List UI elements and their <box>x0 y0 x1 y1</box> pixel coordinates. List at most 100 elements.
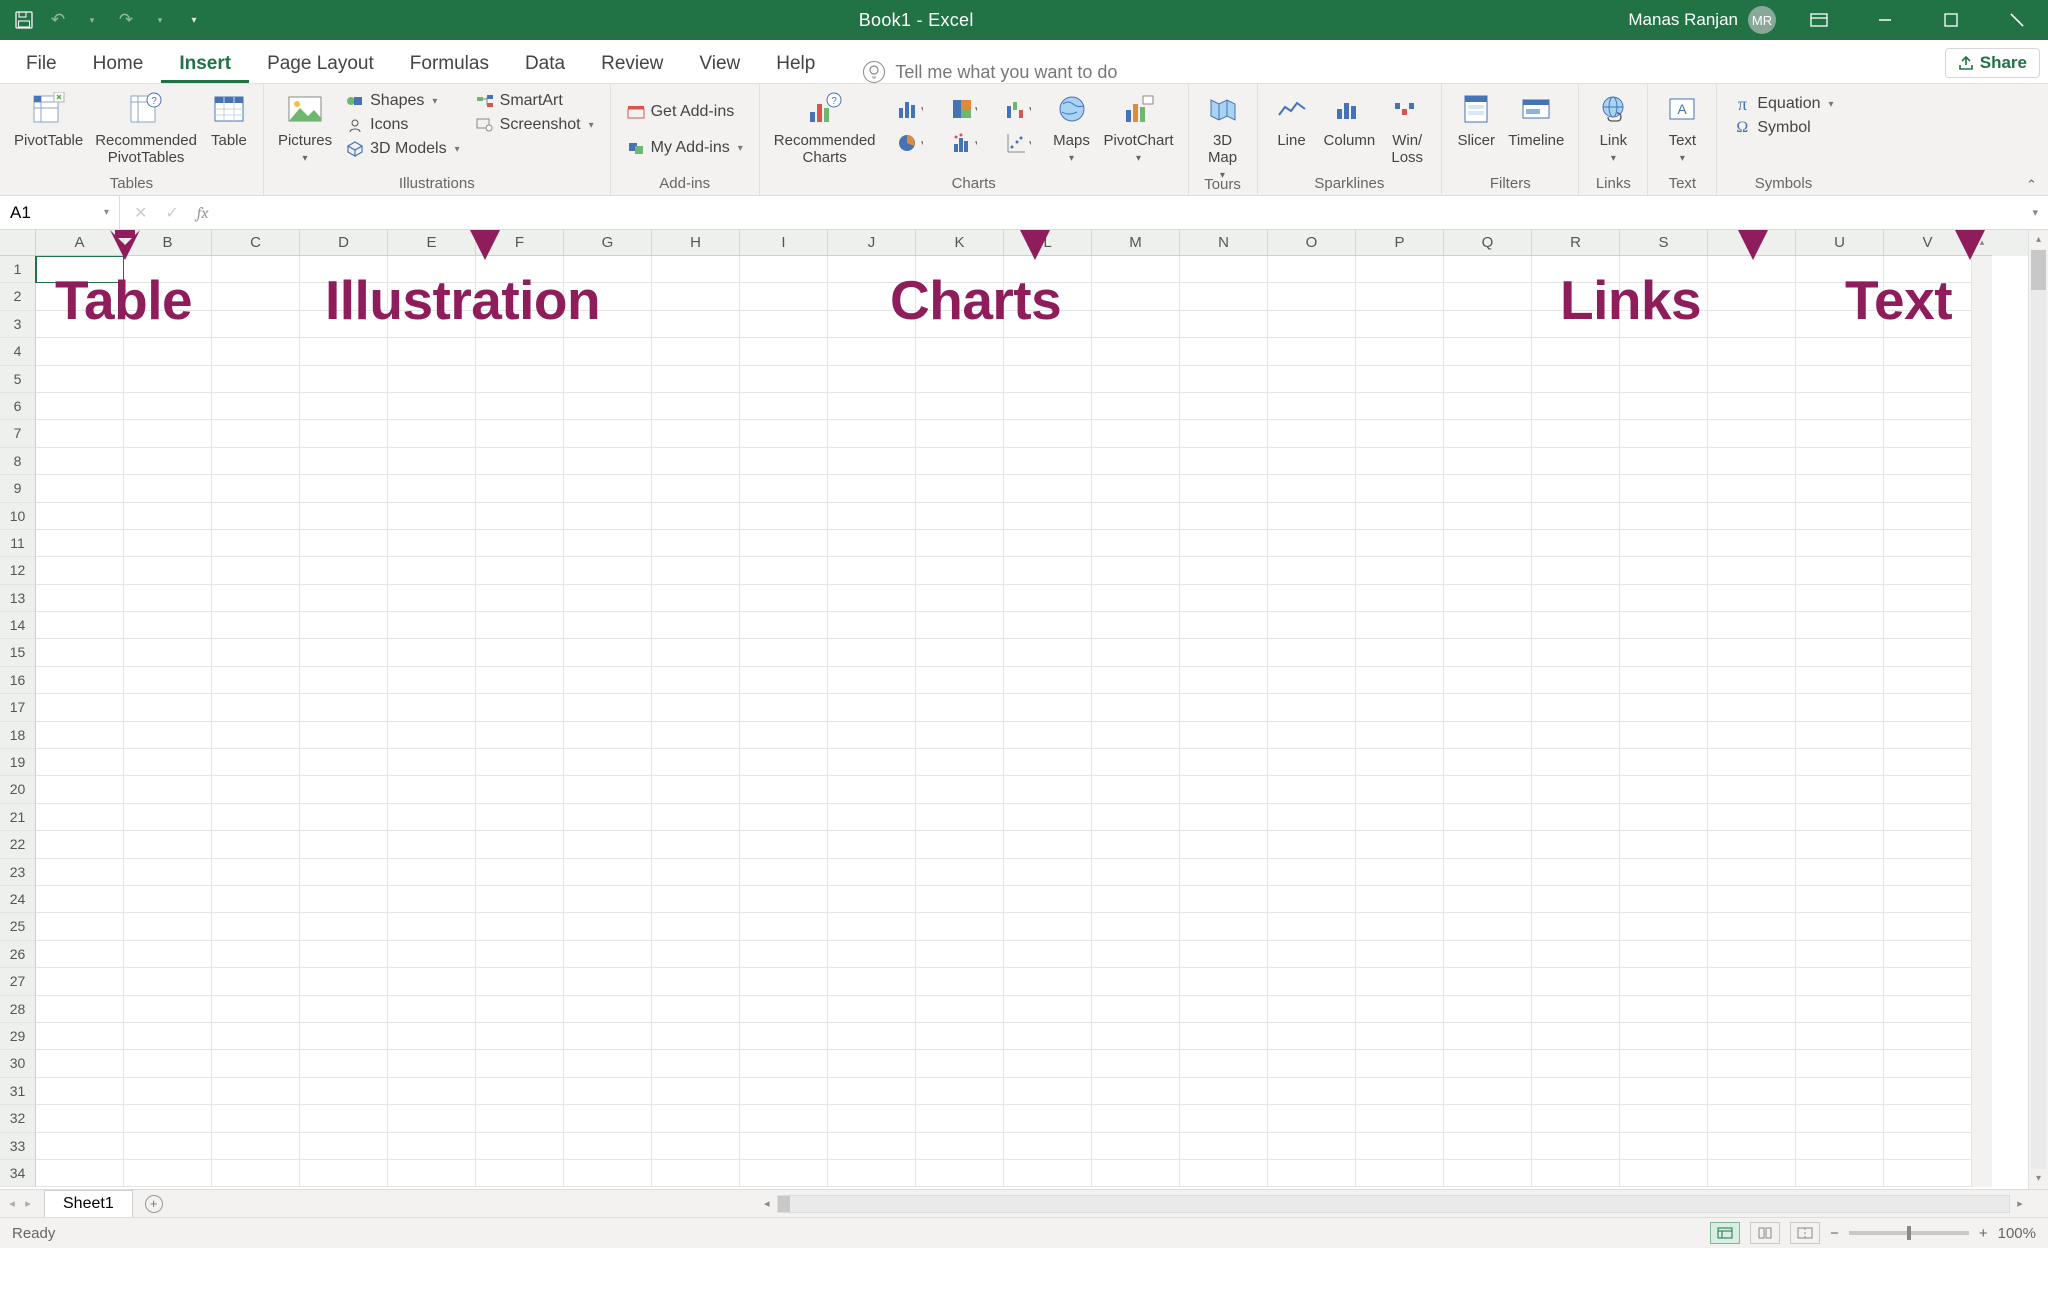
cell[interactable] <box>1444 722 1532 749</box>
cell[interactable] <box>1444 694 1532 721</box>
cell[interactable] <box>1004 1105 1092 1132</box>
cell[interactable] <box>1708 776 1796 803</box>
row-header[interactable]: 1 <box>0 256 36 283</box>
cell[interactable] <box>564 722 652 749</box>
cell[interactable] <box>1004 503 1092 530</box>
cell[interactable] <box>1884 694 1972 721</box>
view-normal-button[interactable] <box>1710 1222 1740 1244</box>
cell[interactable] <box>476 393 564 420</box>
cell[interactable] <box>1796 913 1884 940</box>
zoom-in-icon[interactable]: + <box>1979 1225 1988 1242</box>
3d-map-button[interactable]: 3D Map▾ <box>1197 88 1249 184</box>
cell[interactable] <box>300 311 388 338</box>
column-chart-icon[interactable]: ▾ <box>890 94 930 124</box>
cell[interactable] <box>36 804 124 831</box>
cell[interactable] <box>1092 366 1180 393</box>
tab-data[interactable]: Data <box>507 43 583 83</box>
cell[interactable] <box>1620 1023 1708 1050</box>
cell[interactable] <box>828 503 916 530</box>
cell[interactable] <box>1356 503 1444 530</box>
cell[interactable] <box>1444 776 1532 803</box>
cell[interactable] <box>36 1023 124 1050</box>
cell[interactable] <box>124 1050 212 1077</box>
cell[interactable] <box>740 831 828 858</box>
cell[interactable] <box>1268 585 1356 612</box>
cell[interactable] <box>1268 996 1356 1023</box>
cell[interactable] <box>1004 886 1092 913</box>
cell[interactable] <box>564 694 652 721</box>
zoom-out-icon[interactable]: − <box>1830 1225 1839 1242</box>
zoom-level[interactable]: 100% <box>1998 1225 2036 1242</box>
cell[interactable] <box>828 941 916 968</box>
cell[interactable] <box>740 694 828 721</box>
cell[interactable] <box>476 776 564 803</box>
cell[interactable] <box>828 831 916 858</box>
cell[interactable] <box>1092 913 1180 940</box>
cell[interactable] <box>1884 1105 1972 1132</box>
cell[interactable] <box>1268 366 1356 393</box>
cell[interactable] <box>740 585 828 612</box>
cell[interactable] <box>828 996 916 1023</box>
cell[interactable] <box>1004 831 1092 858</box>
cell[interactable] <box>1092 859 1180 886</box>
cell[interactable] <box>1180 996 1268 1023</box>
cell[interactable] <box>564 530 652 557</box>
cell[interactable] <box>740 475 828 502</box>
cell[interactable] <box>1356 1105 1444 1132</box>
cell[interactable] <box>828 311 916 338</box>
cell[interactable] <box>740 1078 828 1105</box>
cell[interactable] <box>1708 1023 1796 1050</box>
share-button[interactable]: Share <box>1945 48 2040 78</box>
cell[interactable] <box>1092 256 1180 283</box>
cell[interactable] <box>1884 475 1972 502</box>
cell[interactable] <box>1180 859 1268 886</box>
cell[interactable] <box>1884 1133 1972 1160</box>
formula-expand-icon[interactable]: ▾ <box>2032 206 2048 219</box>
cell[interactable] <box>828 420 916 447</box>
cell[interactable] <box>1796 722 1884 749</box>
sheet-nav-prev-icon[interactable]: ◂ <box>9 1197 15 1210</box>
cell[interactable] <box>212 1105 300 1132</box>
cell[interactable] <box>1180 1133 1268 1160</box>
shapes-button[interactable]: Shapes▾ <box>342 91 464 111</box>
cell[interactable] <box>1708 311 1796 338</box>
cell[interactable] <box>1708 749 1796 776</box>
cell[interactable] <box>1884 448 1972 475</box>
cell[interactable] <box>1268 886 1356 913</box>
cell[interactable] <box>1532 968 1620 995</box>
cell[interactable] <box>828 393 916 420</box>
cell[interactable] <box>916 1160 1004 1187</box>
column-header[interactable]: E <box>388 230 476 256</box>
cell[interactable] <box>1444 393 1532 420</box>
cell[interactable] <box>828 1078 916 1105</box>
cell[interactable] <box>1796 776 1884 803</box>
cell[interactable] <box>916 749 1004 776</box>
cell[interactable] <box>652 448 740 475</box>
cell[interactable] <box>652 749 740 776</box>
cell[interactable] <box>1356 393 1444 420</box>
cell[interactable] <box>1004 420 1092 447</box>
cell[interactable] <box>652 1133 740 1160</box>
cell[interactable] <box>1620 1050 1708 1077</box>
cell[interactable] <box>1532 311 1620 338</box>
cell[interactable] <box>1620 475 1708 502</box>
tab-page-layout[interactable]: Page Layout <box>249 43 392 83</box>
cell[interactable] <box>1620 503 1708 530</box>
column-header[interactable]: D <box>300 230 388 256</box>
cell[interactable] <box>124 1078 212 1105</box>
cell[interactable] <box>1708 996 1796 1023</box>
column-header[interactable]: A <box>36 230 124 256</box>
cell[interactable] <box>652 776 740 803</box>
cell[interactable] <box>652 420 740 447</box>
cell[interactable] <box>388 393 476 420</box>
column-header[interactable]: C <box>212 230 300 256</box>
cell[interactable] <box>1532 831 1620 858</box>
timeline-button[interactable]: Timeline <box>1502 88 1570 149</box>
cell[interactable] <box>1268 1050 1356 1077</box>
cell[interactable] <box>1796 1105 1884 1132</box>
cell[interactable] <box>124 557 212 584</box>
cell[interactable] <box>388 667 476 694</box>
tab-view[interactable]: View <box>681 43 758 83</box>
cell[interactable] <box>1268 420 1356 447</box>
cell[interactable] <box>916 913 1004 940</box>
